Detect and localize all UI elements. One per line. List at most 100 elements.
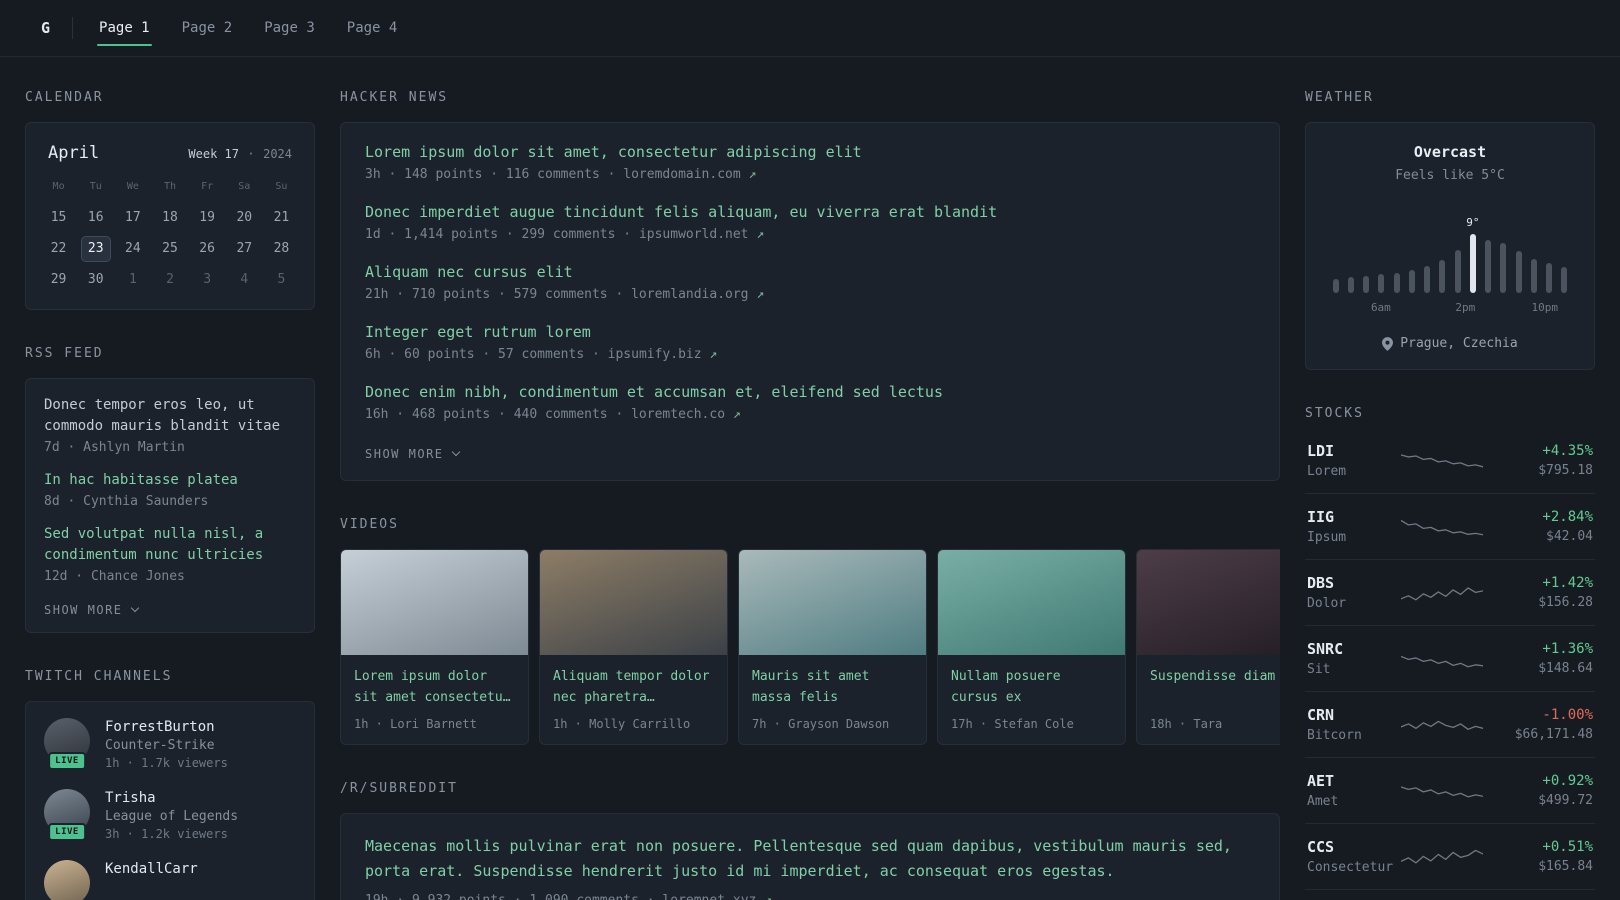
- hn-item-domain[interactable]: ipsumify.biz ↗: [608, 347, 718, 362]
- video-thumbnail[interactable]: [739, 550, 926, 655]
- hn-show-more-button[interactable]: SHOW MORE: [365, 447, 460, 461]
- stock-row[interactable]: SNRC Sit +1.36% $148.64: [1305, 625, 1595, 691]
- stock-row[interactable]: CCS Consectetur +0.51% $165.84: [1305, 823, 1595, 889]
- page-tabs: Page 1 Page 2 Page 3 Page 4: [97, 14, 427, 46]
- subreddit-post-domain[interactable]: loremnet.xyz ↗: [662, 893, 772, 900]
- tab-page-3[interactable]: Page 3: [262, 14, 317, 42]
- calendar-week: Week 17: [188, 147, 239, 161]
- stock-row[interactable]: DBS Dolor +1.42% $156.28: [1305, 559, 1595, 625]
- video-card[interactable]: Mauris sit amet massa felis 7h · Grayson…: [738, 549, 927, 745]
- live-badge: LIVE: [48, 752, 86, 770]
- tab-page-1[interactable]: Page 1: [97, 14, 152, 46]
- weather-time-labels: 6am 2pm 10pm: [1322, 301, 1578, 316]
- video-title-link[interactable]: Nullam posuere cursus ex: [951, 666, 1112, 708]
- external-link-icon: ↗: [764, 892, 772, 900]
- stock-name: Sit: [1307, 662, 1331, 677]
- stock-price: $42.04: [1546, 529, 1593, 544]
- twitch-channel-row[interactable]: LIVE ForrestBurton Counter-Strike 1h · 1…: [44, 718, 296, 770]
- video-title-link[interactable]: Suspendisse diam: [1150, 666, 1280, 708]
- right-column: WEATHER Overcast Feels like 5°C 9° 6am 2…: [1305, 90, 1595, 900]
- calendar-week-year: Week 17 · 2024: [188, 146, 292, 162]
- rss-item-link[interactable]: Donec tempor eros leo, ut commodo mauris…: [44, 395, 296, 437]
- video-title-link[interactable]: Lorem ipsum dolor sit amet consectetu…: [354, 666, 515, 708]
- calendar-dow: Su: [275, 181, 288, 192]
- video-card[interactable]: Aliquam tempor dolor nec pharetra… 1h · …: [539, 549, 728, 745]
- twitch-channel-name[interactable]: ForrestBurton: [105, 719, 228, 735]
- hn-item-link[interactable]: Donec imperdiet augue tincidunt felis al…: [365, 203, 1255, 221]
- stock-row[interactable]: AET Amet +0.92% $499.72: [1305, 757, 1595, 823]
- video-card[interactable]: Lorem ipsum dolor sit amet consectetu… 1…: [340, 549, 529, 745]
- hn-item-meta: 1d · 1,414 points · 299 comments · ipsum…: [365, 227, 1255, 242]
- twitch-channel-row[interactable]: KendallCarr: [44, 860, 296, 900]
- tab-page-2[interactable]: Page 2: [180, 14, 235, 42]
- calendar-year: 2024: [263, 147, 292, 161]
- calendar-separator: ·: [247, 147, 255, 161]
- twitch-channel-row[interactable]: LIVE Trisha League of Legends 3h · 1.2k …: [44, 789, 296, 841]
- weather-location: Prague, Czechia: [1322, 336, 1578, 351]
- stock-row[interactable]: AHS +0.46%: [1305, 889, 1595, 900]
- stock-name: Ipsum: [1307, 530, 1347, 545]
- video-body: Mauris sit amet massa felis 7h · Grayson…: [739, 655, 926, 744]
- video-meta: 7h · Grayson Dawson: [752, 717, 890, 731]
- stock-id: SNRC Sit: [1307, 640, 1401, 677]
- calendar-day: 17: [125, 210, 141, 225]
- hn-item-link[interactable]: Aliquam nec cursus elit: [365, 263, 1255, 281]
- stock-values: +0.51% $165.84: [1538, 839, 1593, 874]
- hn-item-stats: 21h · 710 points · 579 comments ·: [365, 287, 632, 302]
- stock-symbol: LDI: [1307, 442, 1335, 460]
- subreddit-post-link[interactable]: Maecenas mollis pulvinar erat non posuer…: [365, 834, 1255, 884]
- rss-item-meta: 7d · Ashlyn Martin: [44, 440, 185, 455]
- rss-item-link[interactable]: In hac habitasse platea: [44, 470, 296, 491]
- tab-page-4[interactable]: Page 4: [345, 14, 400, 42]
- stock-price: $795.18: [1538, 463, 1593, 478]
- hn-item-stats: 6h · 60 points · 57 comments ·: [365, 347, 608, 362]
- twitch-title: TWITCH CHANNELS: [25, 669, 173, 684]
- stock-row[interactable]: CRN Bitcorn -1.00% $66,171.48: [1305, 691, 1595, 757]
- video-title-link[interactable]: Aliquam tempor dolor nec pharetra…: [553, 666, 714, 708]
- rss-item: Donec tempor eros leo, ut commodo mauris…: [44, 395, 296, 455]
- stock-row[interactable]: IIG Ipsum +2.84% $42.04: [1305, 493, 1595, 559]
- hackernews-title: HACKER NEWS: [340, 90, 449, 105]
- calendar-dow: Mo: [52, 181, 65, 192]
- video-card[interactable]: Nullam posuere cursus ex 17h · Stefan Co…: [937, 549, 1126, 745]
- stock-values: +1.42% $156.28: [1538, 575, 1593, 610]
- stocks-title: STOCKS: [1305, 406, 1364, 421]
- hn-item-domain[interactable]: loremdomain.com ↗: [623, 167, 756, 182]
- hn-item-domain[interactable]: ipsumworld.net ↗: [639, 227, 764, 242]
- video-thumbnail[interactable]: [1137, 550, 1280, 655]
- video-card[interactable]: Suspendisse diam 18h · Tara: [1136, 549, 1280, 745]
- map-pin-icon: [1382, 336, 1394, 351]
- calendar-day: 25: [162, 241, 178, 256]
- hn-item-link[interactable]: Lorem ipsum dolor sit amet, consectetur …: [365, 143, 1255, 161]
- stock-change: -1.00%: [1542, 707, 1593, 723]
- stock-sparkline: [1401, 710, 1483, 740]
- video-thumbnail[interactable]: [540, 550, 727, 655]
- middle-column: HACKER NEWS Lorem ipsum dolor sit amet, …: [340, 90, 1280, 900]
- rss-show-more-button[interactable]: SHOW MORE: [44, 603, 139, 617]
- twitch-channel-name[interactable]: KendallCarr: [105, 861, 198, 877]
- rss-title: RSS FEED: [25, 346, 104, 361]
- video-meta: 18h · Tara: [1150, 717, 1223, 731]
- stock-name: Lorem: [1307, 464, 1347, 479]
- stock-id: CCS Consectetur: [1307, 838, 1401, 875]
- hn-item-domain[interactable]: loremtech.co ↗: [631, 407, 741, 422]
- rss-show-more-label: SHOW MORE: [44, 603, 123, 617]
- videos-title: VIDEOS: [340, 517, 399, 532]
- calendar-grid: Mo Tu We Th Fr Sa Su 15 16 17 18 19 20 2…: [40, 175, 300, 293]
- calendar-header: April Week 17 · 2024: [40, 137, 300, 175]
- hn-item-domain[interactable]: loremlandia.org ↗: [631, 287, 764, 302]
- external-link-icon: ↗: [756, 287, 765, 302]
- video-thumbnail[interactable]: [938, 550, 1125, 655]
- stock-row[interactable]: LDI Lorem +4.35% $795.18: [1305, 438, 1595, 493]
- hn-item-link[interactable]: Donec enim nibh, condimentum et accumsan…: [365, 383, 1255, 401]
- video-meta: 1h · Molly Carrillo: [553, 717, 691, 731]
- hn-item-link[interactable]: Integer eget rutrum lorem: [365, 323, 1255, 341]
- stock-change: +1.36%: [1542, 641, 1593, 657]
- twitch-channel-name[interactable]: Trisha: [105, 790, 238, 806]
- hn-item-stats: 1d · 1,414 points · 299 comments ·: [365, 227, 639, 242]
- stock-change: +2.84%: [1542, 509, 1593, 525]
- twitch-channel-game: League of Legends: [105, 809, 239, 824]
- rss-item-link[interactable]: Sed volutpat nulla nisl, a condimentum n…: [44, 524, 296, 566]
- video-title-link[interactable]: Mauris sit amet massa felis: [752, 666, 913, 708]
- video-thumbnail[interactable]: [341, 550, 528, 655]
